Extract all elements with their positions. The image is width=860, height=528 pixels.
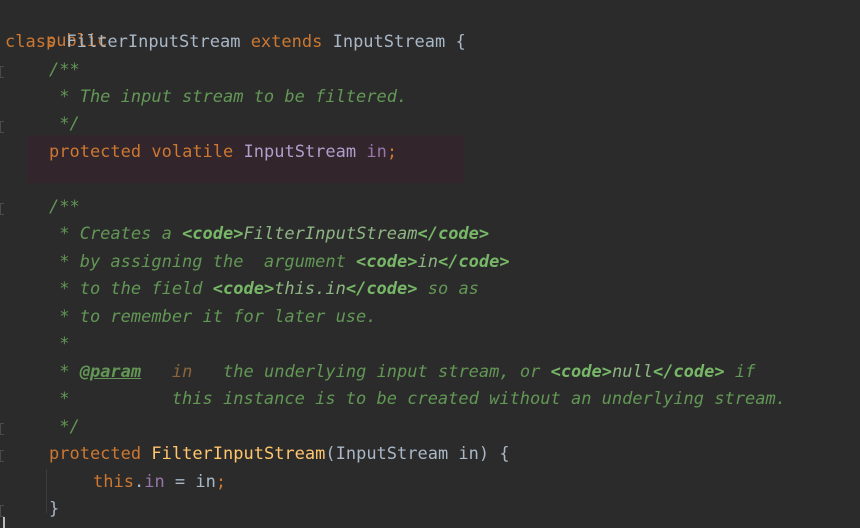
field-name: in — [366, 142, 387, 162]
base-class-name: InputStream — [332, 32, 446, 52]
html-tag: <code> — [356, 252, 418, 272]
html-tag: <code> — [212, 279, 275, 299]
param-name: in — [171, 362, 193, 382]
brace: { — [455, 32, 466, 52]
html-tag: </code> — [437, 252, 510, 272]
html-tag: </code> — [345, 279, 418, 299]
keyword: protected — [49, 142, 142, 162]
code-line-1[interactable]: public — [5, 1, 107, 51]
comment: */ — [49, 114, 80, 134]
comment: so as — [417, 279, 479, 299]
keyword: class — [5, 32, 57, 52]
html-tag: </code> — [417, 224, 490, 244]
comment: /** — [49, 197, 80, 217]
comment: * — [49, 362, 80, 382]
code-line-13[interactable]: * — [49, 331, 69, 358]
comment: if — [724, 362, 756, 382]
javadoc-param-tag: @param — [79, 362, 142, 382]
fold-marker[interactable] — [0, 66, 4, 78]
closing-brace: } — [49, 499, 60, 519]
field-name: in — [144, 472, 165, 492]
code-line-16[interactable]: */ — [49, 414, 80, 441]
code-line-3[interactable]: /** — [49, 57, 80, 84]
comment: the underlying input stream, or — [192, 362, 551, 382]
class-name: FilterInputStream — [66, 32, 241, 52]
keyword: extends — [250, 32, 323, 52]
code-line-14[interactable]: * @param in the underlying input stream,… — [49, 359, 755, 386]
code-line-10[interactable]: * by assigning the argument <code>in</co… — [49, 249, 510, 276]
code-line-15[interactable]: * this instance is to be created without… — [49, 386, 786, 413]
keyword: volatile — [151, 142, 234, 162]
code-line-6[interactable]: protected volatile InputStream in; — [49, 139, 397, 166]
code-line-5[interactable]: */ — [49, 111, 80, 138]
fold-marker[interactable] — [0, 450, 4, 462]
comment: * The input stream to be filtered. — [49, 87, 408, 107]
code-line-2[interactable]: class FilterInputStream extends InputStr… — [5, 29, 466, 56]
assignment: = in — [164, 472, 216, 492]
parameter-list: (InputStream in) { — [325, 444, 510, 464]
code-line-19[interactable]: } — [49, 496, 59, 523]
html-tag: <code> — [182, 224, 244, 244]
semicolon: ; — [386, 142, 398, 162]
fold-marker[interactable] — [0, 423, 4, 435]
html-tag: </code> — [652, 362, 725, 382]
code-text: in — [417, 252, 438, 272]
comment — [141, 362, 172, 382]
comment: * — [49, 334, 70, 354]
code-text: FilterInputStream — [243, 224, 418, 244]
dot: . — [133, 472, 145, 492]
code-line-4[interactable]: * The input stream to be filtered. — [49, 84, 407, 111]
semicolon: ; — [215, 472, 227, 492]
text-cursor — [3, 517, 5, 528]
constructor-name: FilterInputStream — [151, 444, 326, 464]
keyword: this — [93, 472, 134, 492]
code-line-9[interactable]: * Creates a <code>FilterInputStream</cod… — [49, 221, 489, 248]
comment: * by assigning the argument — [49, 252, 357, 272]
fold-marker[interactable] — [0, 121, 4, 133]
code-text: this.in — [274, 279, 346, 299]
fold-marker[interactable] — [0, 203, 4, 215]
type-name: InputStream — [243, 142, 357, 162]
code-editor[interactable]: public class FilterInputStream extends I… — [0, 0, 860, 528]
comment: * to remember it for later use. — [49, 307, 377, 327]
code-text: null — [612, 362, 653, 382]
code-line-8[interactable]: /** — [49, 194, 80, 221]
html-tag: <code> — [550, 362, 612, 382]
comment: * Creates a — [49, 224, 183, 244]
code-line-17[interactable]: protected FilterInputStream(InputStream … — [49, 441, 510, 468]
comment: * to the field — [49, 279, 213, 299]
code-line-12[interactable]: * to remember it for later use. — [49, 304, 377, 331]
comment: */ — [49, 417, 80, 437]
indent-guide — [46, 469, 47, 513]
code-line-11[interactable]: * to the field <code>this.in</code> so a… — [49, 276, 479, 303]
keyword: protected — [49, 444, 142, 464]
fold-marker[interactable] — [0, 505, 4, 517]
comment: * this instance is to be created without… — [49, 389, 786, 409]
code-line-18[interactable]: this.in = in; — [93, 469, 226, 496]
comment: /** — [49, 60, 80, 80]
